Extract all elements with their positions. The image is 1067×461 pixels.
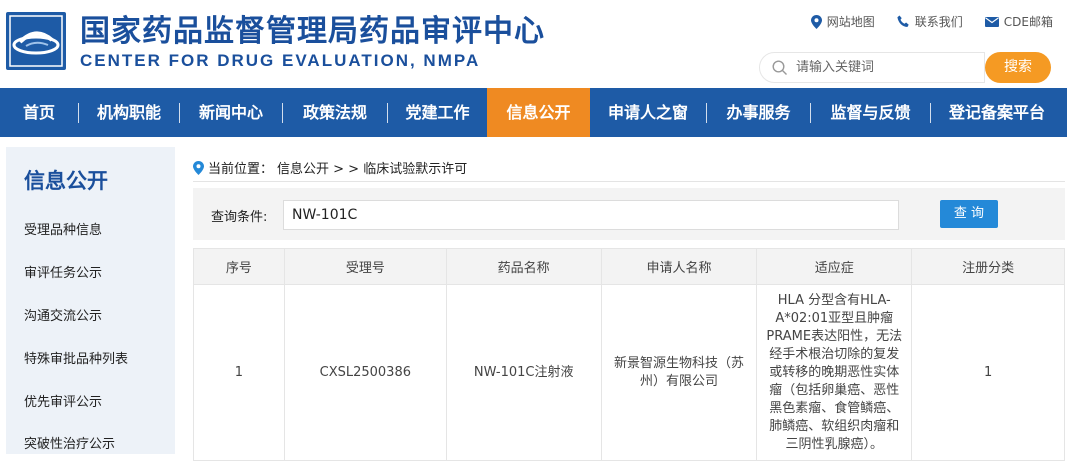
site-title-en: CENTER FOR DRUG EVALUATION, NMPA bbox=[80, 51, 481, 70]
contact-link[interactable]: 联系我们 bbox=[897, 13, 963, 30]
sidebar: 信息公开 受理品种信息 审评任务公示 沟通交流公示 特殊审批品种列表 优先审评公… bbox=[6, 147, 175, 454]
table-header-row: 序号 受理号 药品名称 申请人名称 适应症 注册分类 bbox=[193, 248, 1065, 285]
cde-mail-label: CDE邮箱 bbox=[1003, 15, 1053, 29]
sidebar-item-review-tasks[interactable]: 审评任务公示 bbox=[24, 262, 102, 281]
nav-item-applicant[interactable]: 申请人之窗 bbox=[590, 88, 706, 137]
query-bar: 查询条件: NW-101C 查 询 bbox=[193, 188, 1065, 240]
nav-item-policy[interactable]: 政策法规 bbox=[283, 88, 387, 137]
nav-item-news[interactable]: 新闻中心 bbox=[180, 88, 282, 137]
phone-icon bbox=[897, 15, 909, 27]
main-nav: 首页 机构职能 新闻中心 政策法规 党建工作 信息公开 申请人之窗 办事服务 监… bbox=[0, 88, 1067, 137]
nav-item-home[interactable]: 首页 bbox=[0, 88, 78, 137]
cde-mail-link[interactable]: CDE邮箱 bbox=[984, 13, 1053, 30]
cde-logo[interactable] bbox=[6, 12, 66, 70]
sidebar-item-accepted[interactable]: 受理品种信息 bbox=[24, 219, 102, 238]
sidebar-title: 信息公开 bbox=[24, 169, 108, 193]
nav-item-party[interactable]: 党建工作 bbox=[388, 88, 487, 137]
location-pin-icon bbox=[193, 160, 204, 175]
sidebar-item-breakthrough[interactable]: 突破性治疗公示 bbox=[24, 433, 115, 452]
cell-drug-name: NW-101C注射液 bbox=[445, 284, 602, 461]
top-links: 网站地图 联系我们 CDE邮箱 bbox=[810, 13, 1053, 30]
nav-item-services[interactable]: 办事服务 bbox=[707, 88, 810, 137]
site-header: 国家药品监督管理局药品审评中心 CENTER FOR DRUG EVALUATI… bbox=[0, 0, 1067, 88]
column-header-drug-name: 药品名称 bbox=[445, 248, 602, 285]
site-search-box[interactable] bbox=[759, 52, 985, 83]
column-header-accept-no: 受理号 bbox=[283, 248, 447, 285]
nav-item-feedback[interactable]: 监督与反馈 bbox=[811, 88, 930, 137]
column-header-reg-class: 注册分类 bbox=[911, 248, 1065, 285]
sidebar-item-priority-review[interactable]: 优先审评公示 bbox=[24, 391, 102, 410]
column-header-index: 序号 bbox=[193, 248, 285, 285]
site-search-button[interactable]: 搜索 bbox=[985, 52, 1051, 83]
cell-index: 1 bbox=[193, 284, 285, 461]
breadcrumb-divider bbox=[193, 181, 1065, 182]
contact-label: 联系我们 bbox=[914, 15, 963, 29]
mail-icon bbox=[984, 16, 999, 27]
sidebar-item-communication[interactable]: 沟通交流公示 bbox=[24, 305, 102, 324]
cell-indication: HLA 分型含有HLA-A*02:01亚型且肿瘤PRAME表达阳性，无法经手术根… bbox=[756, 284, 913, 461]
breadcrumb: 当前位置： 信息公开 > > 临床试验默示许可 bbox=[193, 158, 467, 177]
column-header-applicant: 申请人名称 bbox=[600, 248, 758, 285]
site-search-input[interactable] bbox=[796, 60, 956, 75]
breadcrumb-path[interactable]: 信息公开 > > 临床试验默示许可 bbox=[277, 158, 467, 177]
cell-reg-class: 1 bbox=[911, 284, 1065, 461]
query-input[interactable]: NW-101C bbox=[283, 200, 899, 230]
query-button[interactable]: 查 询 bbox=[940, 200, 998, 228]
results-table: 序号 受理号 药品名称 申请人名称 适应症 注册分类 1 CXSL2500386… bbox=[193, 248, 1065, 461]
query-label: 查询条件: bbox=[211, 210, 268, 225]
column-header-indication: 适应症 bbox=[756, 248, 913, 285]
sidebar-item-special-approval[interactable]: 特殊审批品种列表 bbox=[24, 348, 128, 367]
location-pin-icon bbox=[810, 14, 822, 29]
breadcrumb-label: 当前位置： bbox=[208, 162, 274, 177]
cell-accept-no: CXSL2500386 bbox=[283, 284, 447, 461]
nav-item-registration[interactable]: 登记备案平台 bbox=[931, 88, 1063, 137]
site-title-cn: 国家药品监督管理局药品审评中心 bbox=[80, 14, 545, 49]
sitemap-label: 网站地图 bbox=[826, 15, 875, 29]
cell-applicant: 新景智源生物科技（苏州）有限公司 bbox=[600, 284, 758, 461]
search-icon bbox=[772, 59, 787, 75]
sitemap-link[interactable]: 网站地图 bbox=[810, 13, 875, 30]
nav-item-functions[interactable]: 机构职能 bbox=[79, 88, 179, 137]
table-row[interactable]: 1 CXSL2500386 NW-101C注射液 新景智源生物科技（苏州）有限公… bbox=[193, 284, 1065, 461]
nav-item-info-disclosure[interactable]: 信息公开 bbox=[487, 88, 590, 137]
